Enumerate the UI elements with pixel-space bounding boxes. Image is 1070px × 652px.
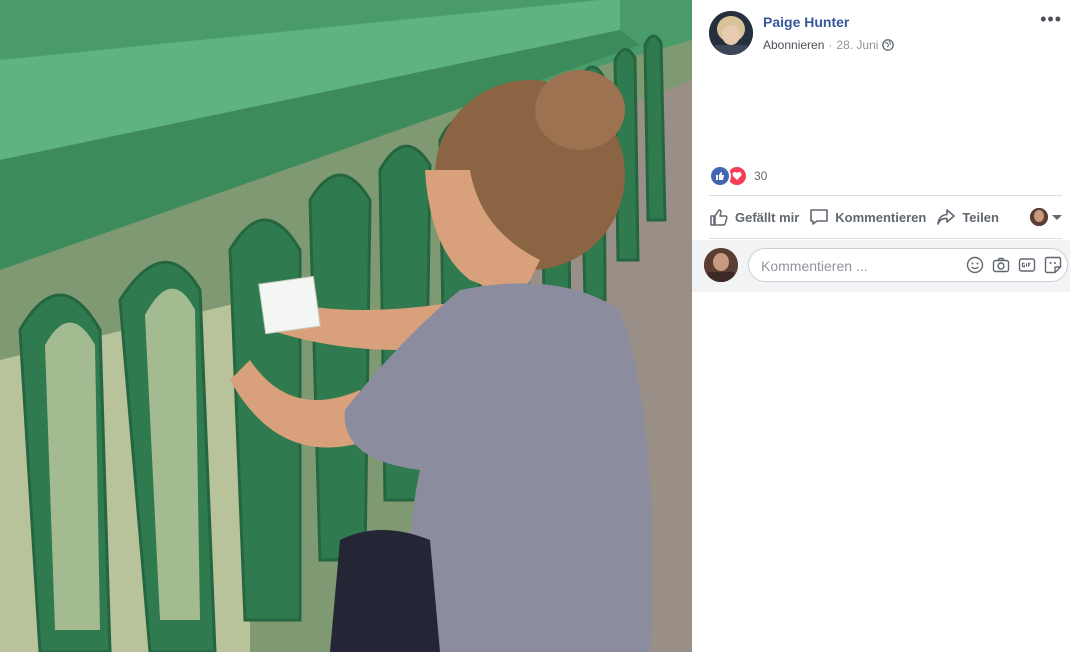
- post-meta: Abonnieren · 28. Juni: [763, 38, 895, 52]
- divider: [709, 195, 1062, 196]
- thumbs-up-icon: [710, 209, 728, 226]
- comment-box[interactable]: [748, 248, 1068, 283]
- photo-illustration: [0, 0, 692, 652]
- share-icon: [937, 209, 956, 225]
- avatar-image: [709, 11, 753, 55]
- comment-composer: [692, 240, 1070, 292]
- comment-icon: [810, 209, 829, 225]
- post-photo[interactable]: [0, 0, 692, 652]
- meta-separator: ·: [828, 38, 833, 52]
- reactions-summary[interactable]: 30: [709, 165, 767, 187]
- sticker-icon[interactable]: [1043, 255, 1063, 275]
- share-button[interactable]: Teilen: [936, 207, 999, 227]
- chevron-down-icon: [1052, 214, 1062, 220]
- reaction-count: 30: [754, 169, 768, 183]
- post-date[interactable]: 28. Juni: [836, 38, 878, 52]
- like-button[interactable]: Gefällt mir: [709, 207, 799, 227]
- divider: [709, 238, 1062, 239]
- comment-button[interactable]: Kommentieren: [809, 207, 926, 227]
- gif-icon[interactable]: [1017, 255, 1037, 275]
- share-label: Teilen: [962, 209, 999, 225]
- follow-link[interactable]: Abonnieren: [763, 38, 824, 52]
- post-actions: Gefällt mir Kommentieren Teilen: [709, 203, 1062, 231]
- like-label: Gefällt mir: [735, 209, 800, 225]
- like-icon: [709, 165, 731, 187]
- author-avatar[interactable]: [709, 11, 753, 55]
- globe-icon: [882, 39, 895, 51]
- post-as-selector[interactable]: [1030, 208, 1062, 226]
- more-options-button[interactable]: •••: [1040, 10, 1062, 28]
- author-name[interactable]: Paige Hunter: [763, 14, 849, 30]
- comment-input[interactable]: [759, 249, 963, 283]
- comment-tools: [965, 255, 1063, 275]
- comment-label: Kommentieren: [835, 209, 927, 225]
- camera-icon[interactable]: [991, 255, 1011, 275]
- user-avatar-small: [1030, 208, 1048, 226]
- emoji-icon[interactable]: [965, 255, 985, 275]
- post-side-panel: Paige Hunter Abonnieren · 28. Juni ••• 3…: [692, 0, 1070, 652]
- commenter-avatar[interactable]: [704, 248, 738, 282]
